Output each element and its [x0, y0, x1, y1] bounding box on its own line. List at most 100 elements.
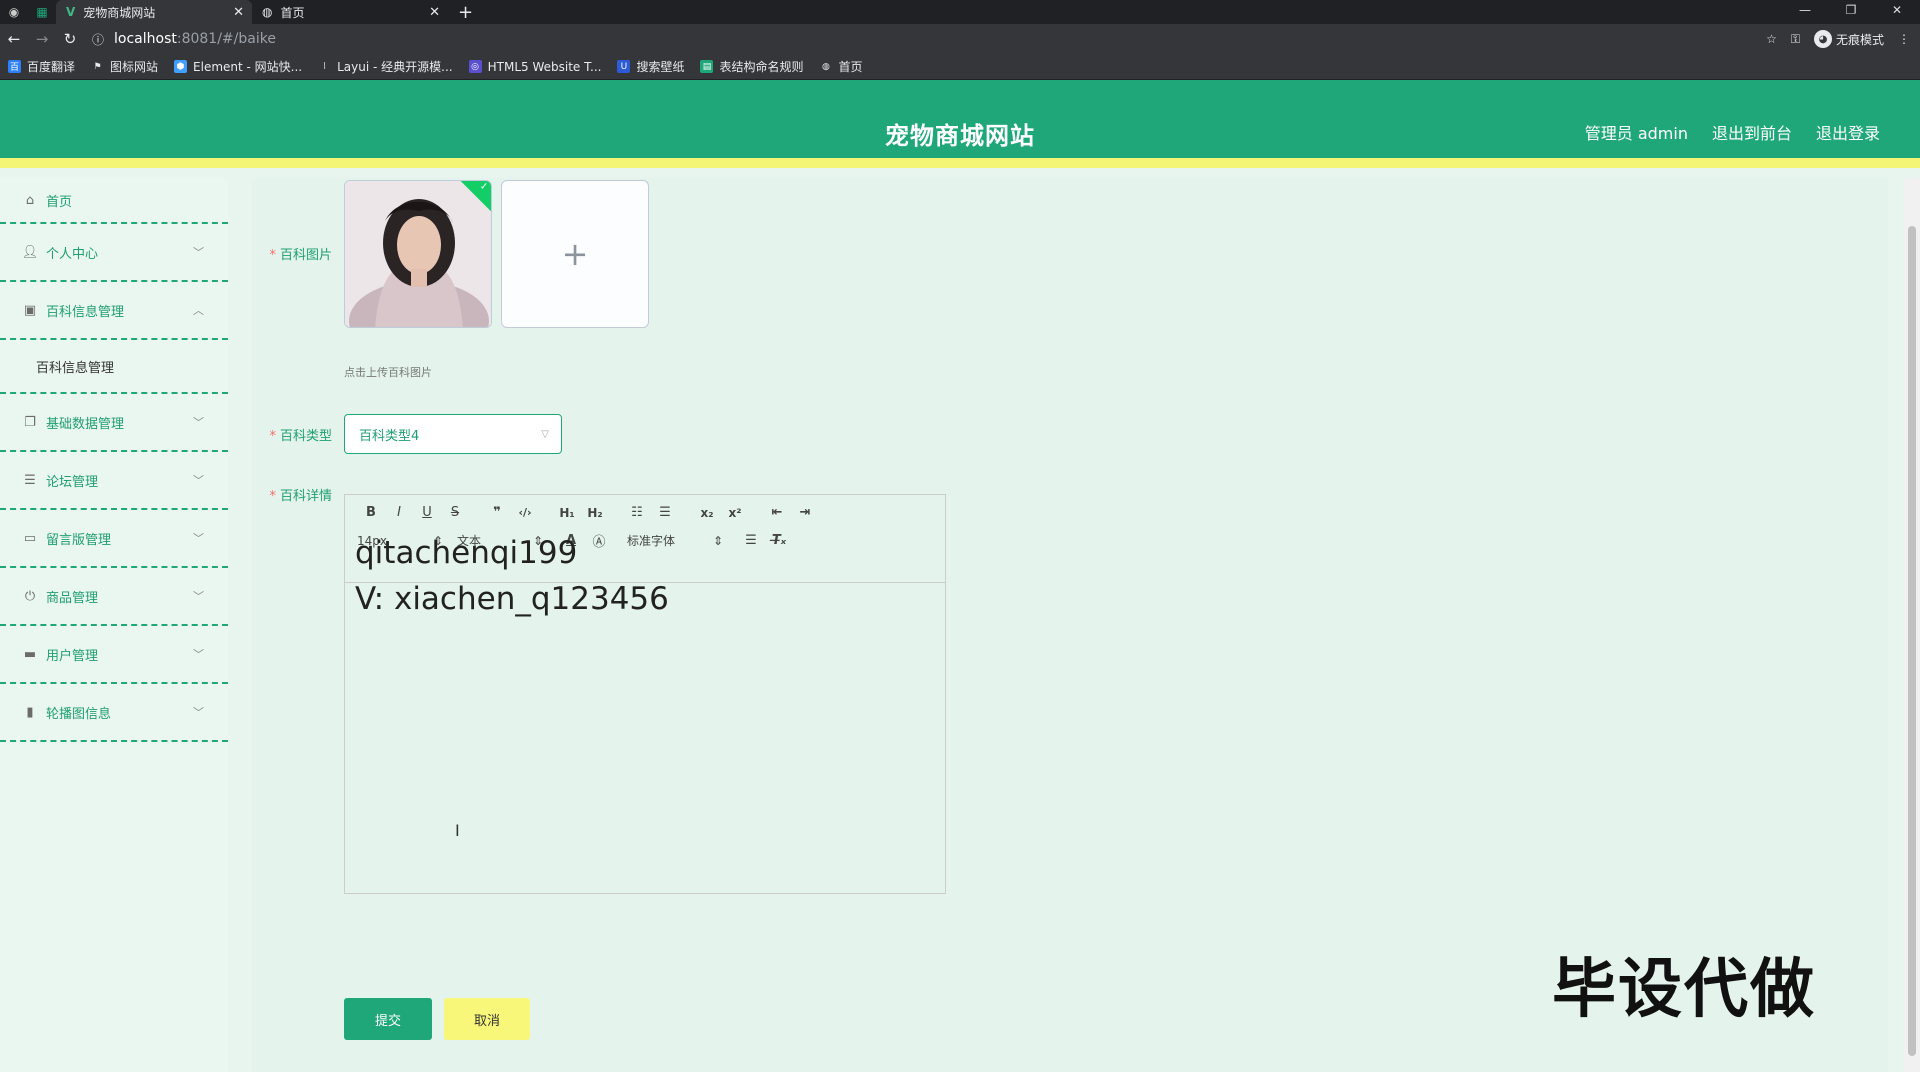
page-scrollbar[interactable] [1904, 178, 1920, 1072]
sidebar-item-label: 论坛管理 [46, 474, 99, 490]
italic-icon[interactable]: I [385, 505, 413, 520]
scrollbar-thumb[interactable] [1908, 226, 1916, 1056]
bookmark-item[interactable]: U 搜索壁纸 [617, 58, 684, 75]
address-bar: ← → ↻ ⓘ localhost :8081/#/baike ☆ ⚿ ◕ 无痕… [0, 24, 1920, 54]
tab-close-icon[interactable]: ✕ [429, 5, 440, 20]
sidebar-item-profile[interactable]: 👤︎ 个人中心 ﹀ [0, 224, 228, 282]
type-select[interactable]: 百科类型4 ▽ [344, 414, 562, 454]
image-label: * 百科图片 [269, 248, 332, 263]
bullet-list-icon[interactable]: ☰ [651, 505, 679, 520]
align-icon[interactable]: ☰ [737, 533, 765, 548]
bookmark-item[interactable]: ◍ 首页 [819, 58, 862, 75]
superscript-icon[interactable]: x² [721, 506, 749, 520]
bookmark-label: HTML5 Website T... [487, 59, 602, 74]
portrait-image [345, 181, 491, 327]
chevron-down-icon: ﹀ [193, 474, 204, 487]
overlay-text-line1: qitachenqi199 [355, 535, 578, 571]
globe-icon: ◍ [822, 61, 830, 72]
underline-icon[interactable]: U [413, 505, 441, 520]
strike-icon[interactable]: S [441, 505, 469, 520]
tab-pet-mall[interactable]: V 宠物商城网站 ✕ [56, 0, 252, 24]
sidebar-item-label: 用户管理 [46, 648, 99, 664]
bookmark-item[interactable]: ⬢ Element - 网站快... [174, 58, 302, 75]
briefcase-icon: ▬ [23, 646, 37, 662]
sidebar-item-forum[interactable]: ☰ 论坛管理 ﹀ [0, 452, 228, 510]
url-host: localhost [114, 31, 177, 47]
chevron-down-icon: ﹀ [193, 706, 204, 719]
sidebar-item-encyclopedia[interactable]: ▣ 百科信息管理 ︿ [0, 282, 228, 340]
table-icon: ▤ [700, 60, 714, 73]
add-image-button[interactable]: + [501, 180, 649, 328]
clear-format-icon[interactable]: T̶ₓ [765, 533, 793, 548]
background-color-icon[interactable]: Ⓐ [585, 531, 613, 550]
sidebar-item-label: 百科信息管理 [46, 304, 125, 320]
sidebar-item-users[interactable]: ▬ 用户管理 ﹀ [0, 626, 228, 684]
restore-icon[interactable]: ❐ [1828, 0, 1874, 24]
sidebar-item-label: 首页 [46, 194, 73, 210]
cancel-button[interactable]: 取消 [444, 998, 530, 1040]
sidebar-item-label: 轮播图信息 [46, 706, 112, 722]
sidebar-item-basic-data[interactable]: ❐ 基础数据管理 ﹀ [0, 394, 228, 452]
code-icon[interactable]: ‹/› [511, 506, 539, 519]
rich-text-editor: B I U S ❞ ‹/› H₁ H₂ ☷ ☰ x₂ x² ⇤ ⇥ 14px ⇕… [344, 494, 946, 894]
user-icon: 👤︎ [21, 244, 39, 260]
sidebar-item-home[interactable]: ⌂ 首页 [0, 178, 228, 224]
bookmark-label: Layui - 经典开源模... [337, 60, 453, 74]
bookmark-label: 搜索壁纸 [636, 60, 685, 74]
back-icon[interactable]: ← [0, 30, 28, 48]
indent-icon[interactable]: ⇥ [791, 505, 819, 520]
font-family-select[interactable]: 标准字体 ⇕ [627, 532, 723, 549]
admin-label: 管理员 admin [1584, 124, 1688, 143]
submit-button[interactable]: 提交 [344, 998, 432, 1040]
html5-icon: ◎ [468, 60, 482, 73]
ordered-list-icon[interactable]: ☷ [623, 505, 651, 520]
more-icon[interactable]: ⋮ [1898, 32, 1910, 46]
logout-link[interactable]: 退出登录 [1816, 120, 1880, 144]
type-label: * 百科类型 [269, 429, 332, 444]
incognito-profile[interactable]: ◕ 无痕模式 [1813, 30, 1884, 48]
detail-label: * 百科详情 [269, 489, 332, 504]
url-path: :8081/#/baike [176, 31, 276, 47]
bookmark-item[interactable]: 百百度翻译 [8, 58, 75, 75]
info-icon: ⓘ [92, 32, 105, 47]
bookmark-label: 表结构命名规则 [719, 60, 804, 74]
browser-menu-icon[interactable]: ◉ [0, 0, 28, 24]
quote-icon[interactable]: ❞ [483, 505, 511, 520]
h2-icon[interactable]: H₂ [581, 506, 609, 520]
address-bar-actions: ☆ ⚿ ◕ 无痕模式 ⋮ [1766, 24, 1910, 54]
h1-icon[interactable]: H₁ [553, 506, 581, 520]
sidebar-item-messages[interactable]: ▭ 留言版管理 ﹀ [0, 510, 228, 568]
bookmark-item[interactable]: ◎ HTML5 Website T... [468, 59, 602, 74]
outdent-icon[interactable]: ⇤ [763, 505, 791, 520]
chevron-down-icon: ﹀ [193, 648, 204, 661]
browser-tab-strip: ◉ ▦ V 宠物商城网站 ✕ ◍ 首页 ✕ + — ❐ ✕ [0, 0, 1920, 24]
tab-close-icon[interactable]: ✕ [233, 5, 244, 20]
bookmark-item[interactable]: ⚑ 图标网站 [91, 58, 158, 75]
power-icon: ⏻ [24, 588, 36, 604]
editor-body[interactable] [345, 584, 945, 893]
tab-search-icon[interactable]: ▦ [28, 0, 56, 24]
tab-home[interactable]: ◍ 首页 ✕ [252, 0, 448, 24]
wallpaper-icon: U [617, 60, 631, 73]
forward-icon[interactable]: → [28, 30, 56, 48]
reload-icon[interactable]: ↻ [56, 30, 84, 48]
star-icon[interactable]: ☆ [1766, 32, 1777, 46]
key-icon[interactable]: ⚿ [1791, 32, 1800, 47]
minimize-icon[interactable]: — [1782, 0, 1828, 24]
sidebar-item-label: 基础数据管理 [46, 416, 125, 432]
exit-front-link[interactable]: 退出到前台 [1712, 120, 1792, 144]
bookmark-item[interactable]: l Layui - 经典开源模... [318, 58, 452, 75]
sidebar-item-products[interactable]: ⏻ 商品管理 ﹀ [0, 568, 228, 626]
bold-icon[interactable]: B [357, 505, 385, 520]
incognito-label: 无痕模式 [1835, 32, 1884, 47]
submenu-item-encyclopedia[interactable]: 百科信息管理 [0, 340, 228, 394]
url-field[interactable]: ⓘ localhost :8081/#/baike [92, 31, 276, 48]
bookmark-item[interactable]: ▤ 表结构命名规则 [700, 58, 803, 75]
sidebar-item-carousel[interactable]: ▮ 轮播图信息 ﹀ [0, 684, 228, 742]
close-window-icon[interactable]: ✕ [1874, 0, 1920, 24]
new-tab-icon[interactable]: + [458, 2, 473, 23]
sidebar-item-label: 商品管理 [46, 590, 99, 606]
uploaded-image-thumbnail[interactable]: ✓ [344, 180, 492, 328]
subscript-icon[interactable]: x₂ [693, 506, 721, 520]
watermark: 毕设代做 [1552, 953, 1816, 1027]
